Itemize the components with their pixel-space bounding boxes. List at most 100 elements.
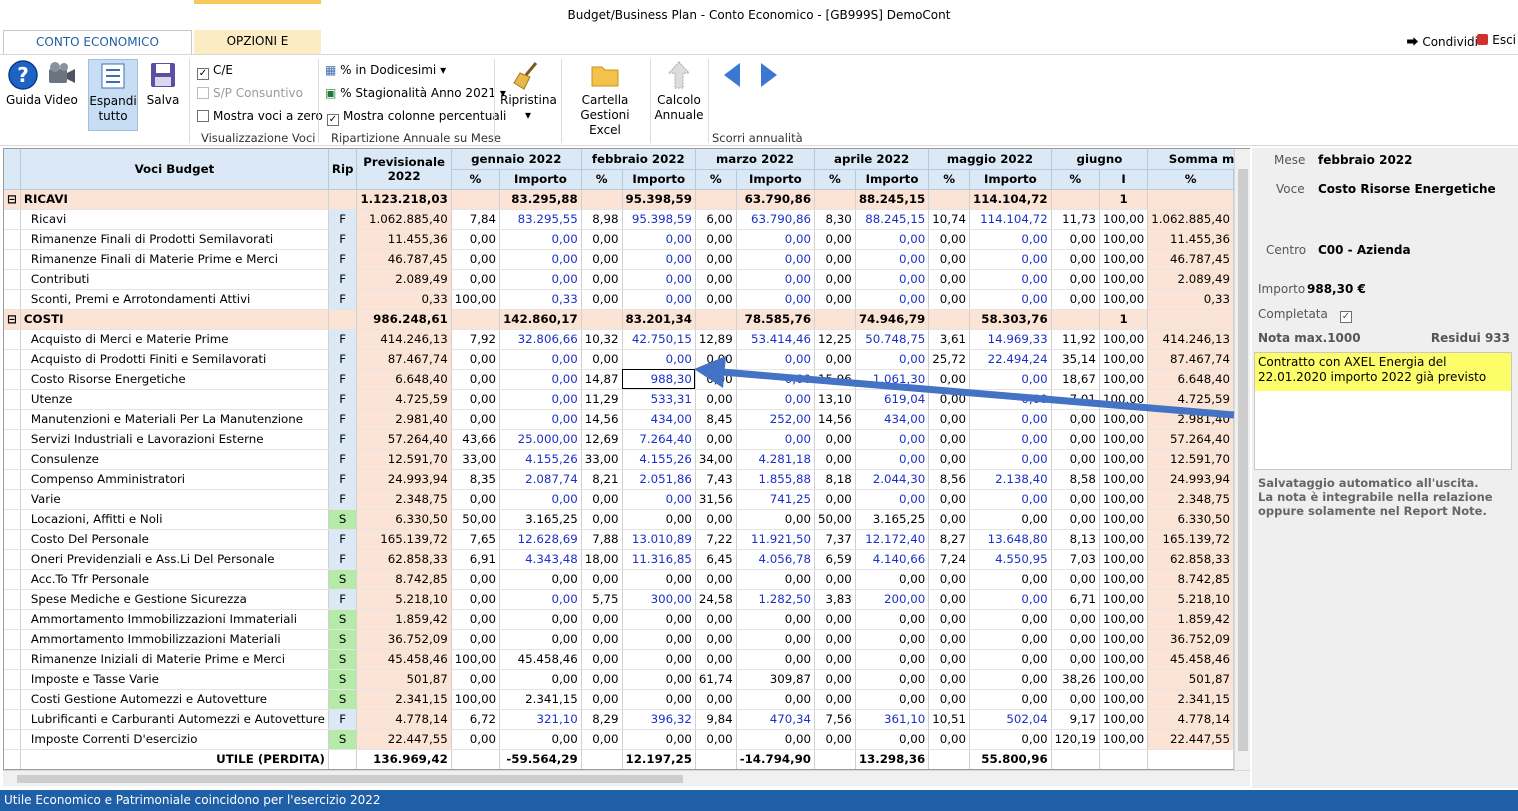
cell[interactable]: 100,00 bbox=[1099, 509, 1149, 530]
cell[interactable]: 9,84 bbox=[695, 709, 737, 730]
table-row[interactable]: Varie F 2.348,75 0,00 0,00 0,00 0,00 31,56 741,2… bbox=[4, 489, 1249, 510]
cell[interactable]: 0,00 bbox=[499, 269, 582, 290]
cell[interactable]: 7,01 bbox=[1051, 389, 1100, 410]
cell[interactable]: 8,58 bbox=[1051, 469, 1100, 490]
table-row[interactable]: Imposte e Tasse Varie S 501,87 0,00 0,00 0,00… bbox=[4, 669, 1249, 690]
cell[interactable]: 0,00 bbox=[855, 289, 930, 310]
cell[interactable]: 100,00 bbox=[1099, 609, 1149, 630]
cell[interactable]: 0,00 bbox=[814, 249, 856, 270]
cell[interactable]: 0,00 bbox=[581, 689, 623, 710]
table-row[interactable]: Lubrificanti e Carburanti Automezzi e Au… bbox=[4, 709, 1249, 730]
cell[interactable]: 0,00 bbox=[814, 349, 856, 370]
cell[interactable]: 114.104,72 bbox=[969, 209, 1052, 230]
tab-opzioni-stampa[interactable]: OPZIONI E STAMPA bbox=[194, 30, 321, 70]
selected-cell[interactable]: 988,30 bbox=[622, 369, 696, 390]
cell[interactable]: 100,00 bbox=[1099, 629, 1149, 650]
cell[interactable]: 200,00 bbox=[855, 589, 930, 610]
cell[interactable]: 0,00 bbox=[622, 229, 696, 250]
cell[interactable]: 0,00 bbox=[451, 369, 501, 390]
cell[interactable]: 100,00 bbox=[1099, 549, 1149, 570]
cell[interactable]: 0,00 bbox=[581, 669, 623, 690]
video-button[interactable]: Video bbox=[44, 59, 78, 108]
cell[interactable]: 14.969,33 bbox=[969, 329, 1052, 350]
cell[interactable]: 0,00 bbox=[581, 229, 623, 250]
cell[interactable]: 0,00 bbox=[1051, 409, 1100, 430]
cell[interactable]: 0,00 bbox=[969, 649, 1052, 670]
cell[interactable]: 0,00 bbox=[581, 249, 623, 270]
cell[interactable]: 100,00 bbox=[1099, 709, 1149, 730]
cell[interactable]: 0,00 bbox=[814, 289, 856, 310]
cell[interactable]: 4.155,26 bbox=[499, 449, 582, 470]
cell[interactable]: 100,00 bbox=[1099, 329, 1149, 350]
cell[interactable]: 0,00 bbox=[499, 489, 582, 510]
rip-cell[interactable]: F bbox=[328, 429, 358, 450]
cell[interactable]: 43,66 bbox=[451, 429, 501, 450]
cell[interactable]: 0,00 bbox=[814, 729, 856, 750]
cell[interactable]: 0,00 bbox=[969, 249, 1052, 270]
espandi-tutto-button[interactable]: Espandi tutto bbox=[88, 59, 138, 131]
cell[interactable]: 2.341,15 bbox=[499, 689, 582, 710]
cell[interactable]: 50,00 bbox=[814, 509, 856, 530]
cell[interactable]: 0,00 bbox=[695, 349, 737, 370]
table-row[interactable]: Costo Risorse Energetiche F 6.648,40 0,00 0,… bbox=[4, 369, 1249, 390]
cell[interactable]: 0,00 bbox=[736, 389, 816, 410]
cell[interactable]: 100,00 bbox=[1099, 569, 1149, 590]
cartella-excel-button[interactable]: Cartella Gestioni Excel bbox=[565, 59, 645, 138]
guida-button[interactable]: ? Guida bbox=[6, 59, 41, 108]
cell[interactable]: 32.806,66 bbox=[499, 329, 582, 350]
cell[interactable]: 6,59 bbox=[814, 549, 856, 570]
cell[interactable]: 100,00 bbox=[1099, 449, 1149, 470]
cell[interactable]: 0,00 bbox=[581, 289, 623, 310]
cell[interactable]: 0,00 bbox=[736, 649, 816, 670]
cell[interactable]: 0,00 bbox=[581, 349, 623, 370]
cell[interactable]: 0,00 bbox=[622, 269, 696, 290]
cell[interactable]: 741,25 bbox=[736, 489, 816, 510]
cell[interactable]: 0,00 bbox=[451, 609, 501, 630]
cell[interactable]: 0,00 bbox=[622, 609, 696, 630]
table-row[interactable]: Utenze F 4.725,59 0,00 0,00 11,29 533,31 0,00 0,… bbox=[4, 389, 1249, 410]
cell[interactable]: 120,19 bbox=[1051, 729, 1100, 750]
cell[interactable]: 12,89 bbox=[695, 329, 737, 350]
previous-year-button[interactable] bbox=[720, 59, 744, 93]
cell[interactable]: 0,00 bbox=[969, 689, 1052, 710]
mostra-colonne-checkbox[interactable]: ✓ Mostra colonne percentuali bbox=[327, 109, 506, 126]
cell[interactable]: 100,00 bbox=[1099, 229, 1149, 250]
cell[interactable]: 0,00 bbox=[969, 389, 1052, 410]
cell[interactable]: 0,00 bbox=[855, 629, 930, 650]
table-row[interactable]: Sconti, Premi e Arrotondamenti Attivi F 0,… bbox=[4, 289, 1249, 310]
cell[interactable]: 0,00 bbox=[928, 249, 971, 270]
cell[interactable]: 100,00 bbox=[1099, 429, 1149, 450]
cell[interactable]: 0,00 bbox=[499, 409, 582, 430]
cell[interactable]: 7,22 bbox=[695, 529, 737, 550]
cell[interactable]: 0,00 bbox=[736, 429, 816, 450]
cell[interactable]: 100,00 bbox=[1099, 249, 1149, 270]
rip-cell[interactable]: F bbox=[328, 209, 358, 230]
cell[interactable]: 0,00 bbox=[736, 349, 816, 370]
cell[interactable]: 0,00 bbox=[695, 429, 737, 450]
cell[interactable]: 361,10 bbox=[855, 709, 930, 730]
cell[interactable]: 12,25 bbox=[814, 329, 856, 350]
cell[interactable]: 0,00 bbox=[622, 289, 696, 310]
cell[interactable]: 0,00 bbox=[855, 689, 930, 710]
cell[interactable]: 0,00 bbox=[695, 389, 737, 410]
cell[interactable]: 0,00 bbox=[1051, 489, 1100, 510]
cell[interactable]: 0,00 bbox=[1051, 609, 1100, 630]
exit-button[interactable]: Esci bbox=[1477, 33, 1516, 47]
table-row[interactable]: Costo Del Personale F 165.139,72 7,65 12.628… bbox=[4, 529, 1249, 550]
cell[interactable]: 12.628,69 bbox=[499, 529, 582, 550]
cell[interactable]: 0,00 bbox=[1051, 689, 1100, 710]
cell[interactable]: 0,00 bbox=[814, 649, 856, 670]
table-row[interactable]: Ammortamento Immobilizzazioni Immaterial… bbox=[4, 609, 1249, 630]
cell[interactable]: 0,00 bbox=[622, 729, 696, 750]
cell[interactable]: 100,00 bbox=[1099, 669, 1149, 690]
cell[interactable]: 63.790,86 bbox=[736, 209, 816, 230]
rip-cell[interactable]: F bbox=[328, 549, 358, 570]
cell[interactable]: 0,00 bbox=[581, 729, 623, 750]
vertical-scrollbar[interactable] bbox=[1234, 149, 1250, 770]
cell[interactable]: 0,00 bbox=[1051, 229, 1100, 250]
rip-cell[interactable]: F bbox=[328, 389, 358, 410]
cell[interactable]: 7,65 bbox=[451, 529, 501, 550]
cell[interactable]: 100,00 bbox=[1099, 409, 1149, 430]
rip-cell[interactable]: F bbox=[328, 409, 358, 430]
cell[interactable]: 100,00 bbox=[1099, 469, 1149, 490]
